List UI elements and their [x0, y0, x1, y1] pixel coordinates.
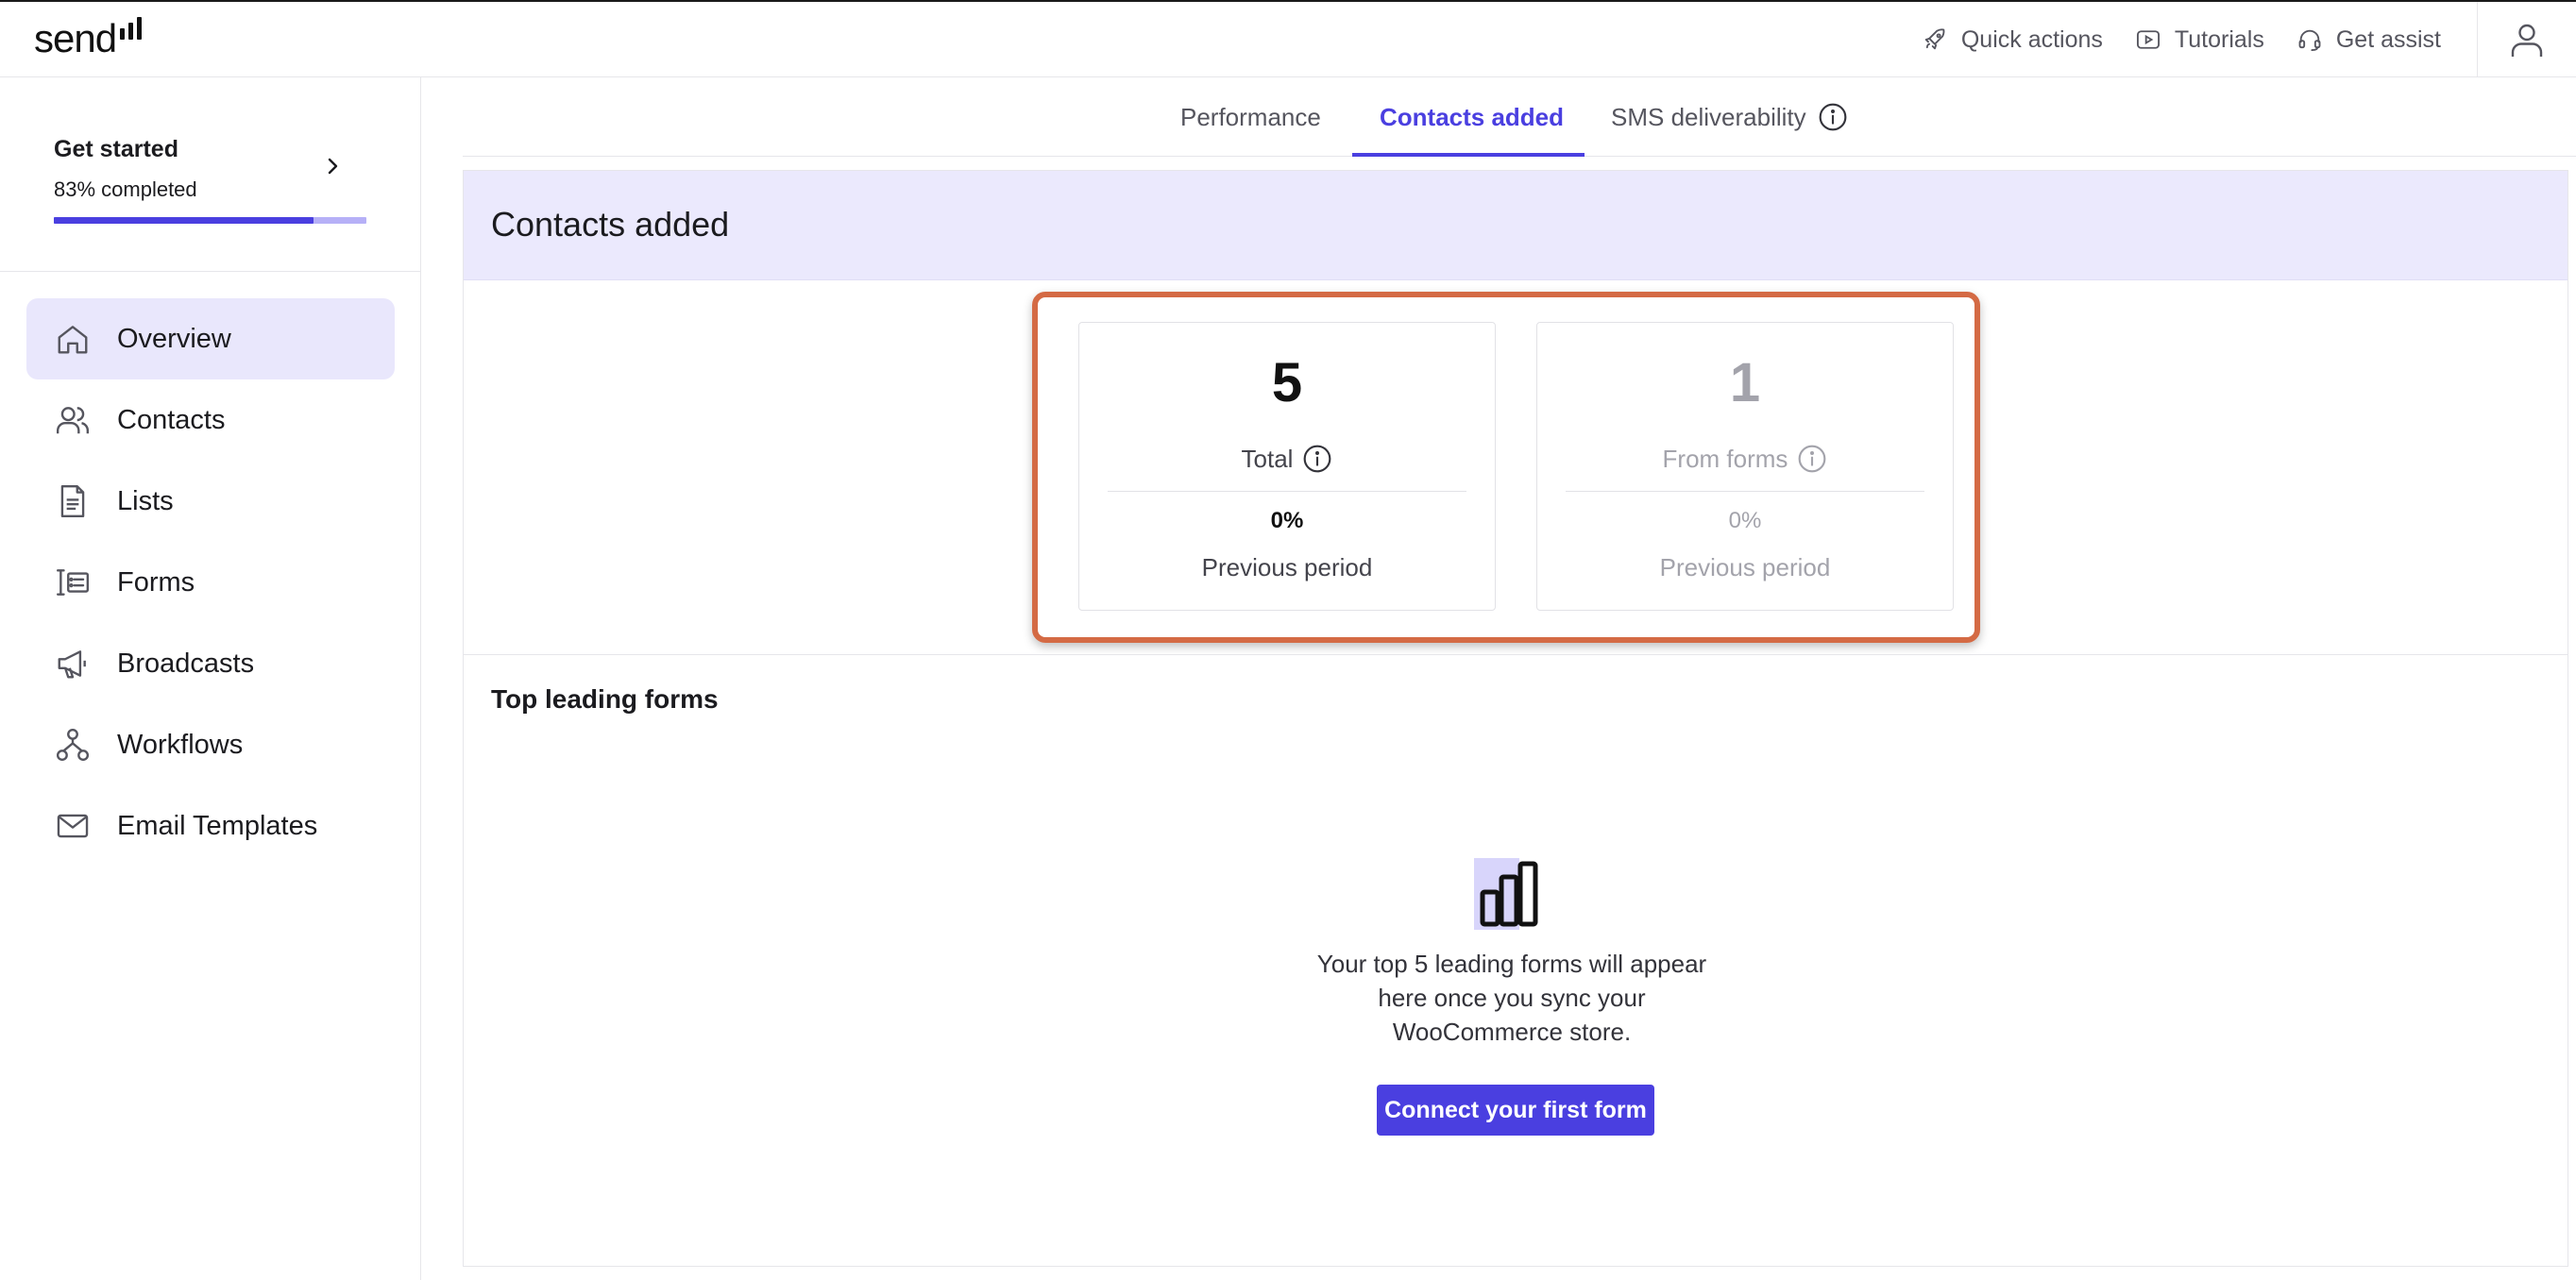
sidebar-item-broadcasts[interactable]: Broadcasts [26, 623, 395, 704]
sidebar-item-forms[interactable]: Forms [26, 542, 395, 623]
panel-header: Contacts added [464, 171, 2568, 280]
tab-label: SMS deliverability [1611, 102, 1806, 131]
sidebar-item-workflows[interactable]: Workflows [26, 704, 395, 785]
rocket-icon [1924, 28, 1945, 50]
sidebar-item-label: Contacts [117, 404, 226, 435]
stat-label: From forms [1662, 444, 1788, 473]
stat-percent-change: 0% [1270, 508, 1304, 533]
sidebar-item-email-templates[interactable]: Email Templates [26, 785, 395, 867]
get-started-progress-fill [54, 217, 314, 224]
bar-chart-icon [1474, 858, 1538, 930]
sidebar-item-label: Broadcasts [117, 648, 255, 679]
stat-period-label: Previous period [1659, 553, 1831, 581]
get-started-progress-text: 83% completed [54, 177, 197, 201]
logo-bars-icon [120, 17, 143, 40]
document-icon [60, 484, 85, 518]
stat-divider [1108, 491, 1466, 492]
top-bar: send Quick actions Tutorials Get assist [0, 0, 2576, 77]
sidebar-item-contacts[interactable]: Contacts [26, 379, 395, 461]
page-title: Contacts added [491, 205, 730, 244]
sidebar-item-overview[interactable]: Overview [26, 298, 395, 379]
workflow-icon [56, 728, 90, 762]
stat-card-from-forms: 1 From forms 0% Previous period [1536, 322, 1954, 611]
contacts-added-panel: Contacts added 5 Total 0% Previous perio… [463, 170, 2568, 1267]
sidebar-item-label: Email Templates [117, 810, 318, 841]
tab-label: Contacts added [1380, 102, 1565, 131]
stat-divider [1566, 491, 1924, 492]
sidebar-item-label: Workflows [117, 729, 244, 760]
mail-icon [57, 814, 89, 838]
get-assist-button[interactable]: Get assist [2296, 26, 2441, 54]
headset-icon [2298, 29, 2321, 52]
megaphone-icon [58, 650, 86, 679]
overview-tabs: Performance Contacts added SMS deliverab… [463, 77, 2576, 157]
quick-actions-button[interactable]: Quick actions [1922, 26, 2103, 54]
connect-first-form-button[interactable]: Connect your first form [1377, 1085, 1654, 1136]
tab-label: Performance [1180, 102, 1321, 131]
sidebar-item-label: Lists [117, 485, 174, 516]
stat-value: 1 [1729, 352, 1761, 413]
contacts-icon [56, 407, 90, 434]
sidebar-item-label: Forms [117, 566, 195, 598]
stat-period-label: Previous period [1201, 553, 1373, 581]
tab-sms-deliverability[interactable]: SMS deliverability [1611, 77, 1848, 157]
get-started-card[interactable]: Get started 83% completed [0, 77, 420, 272]
stat-value: 5 [1271, 352, 1303, 413]
info-icon[interactable] [1818, 102, 1848, 132]
tab-contacts-added[interactable]: Contacts added [1380, 77, 1564, 157]
top-leading-forms-title: Top leading forms [491, 684, 719, 714]
user-icon [2511, 24, 2543, 57]
user-menu-button[interactable] [2478, 2, 2576, 77]
get-assist-label: Get assist [2335, 25, 2441, 53]
tutorials-button[interactable]: Tutorials [2135, 26, 2264, 54]
get-started-progress-bar [54, 217, 366, 224]
stat-label: Total [1241, 444, 1294, 473]
tutorials-label: Tutorials [2174, 25, 2264, 53]
play-icon [2136, 30, 2160, 49]
stat-card-total: 5 Total 0% Previous period [1078, 322, 1496, 611]
tab-performance[interactable]: Performance [1180, 77, 1321, 157]
get-started-title: Get started [54, 136, 178, 162]
chevron-right-icon[interactable] [321, 155, 344, 177]
logo-text: send [34, 16, 117, 60]
home-icon [58, 326, 88, 354]
stat-label-row: From forms [1537, 444, 1953, 474]
send-logo[interactable]: send [34, 15, 143, 62]
top-actions: Quick actions Tutorials Get assist [1922, 2, 2576, 77]
sidebar-item-lists[interactable]: Lists [26, 461, 395, 542]
sidebar-nav: Overview Contacts Lists Forms Broadcasts… [26, 298, 395, 867]
form-icon [56, 569, 90, 596]
quick-actions-label: Quick actions [1960, 25, 2103, 53]
sidebar: Get started 83% completed Overview Conta… [0, 77, 421, 1280]
info-icon[interactable] [1797, 444, 1827, 474]
info-icon[interactable] [1302, 444, 1332, 474]
stat-label-row: Total [1079, 444, 1495, 474]
stat-percent-change: 0% [1728, 508, 1762, 533]
sidebar-item-label: Overview [117, 323, 231, 354]
section-divider [464, 654, 2568, 655]
empty-state-text: Your top 5 leading forms will appear her… [1316, 950, 1707, 1046]
active-tab-underline [1352, 153, 1585, 157]
